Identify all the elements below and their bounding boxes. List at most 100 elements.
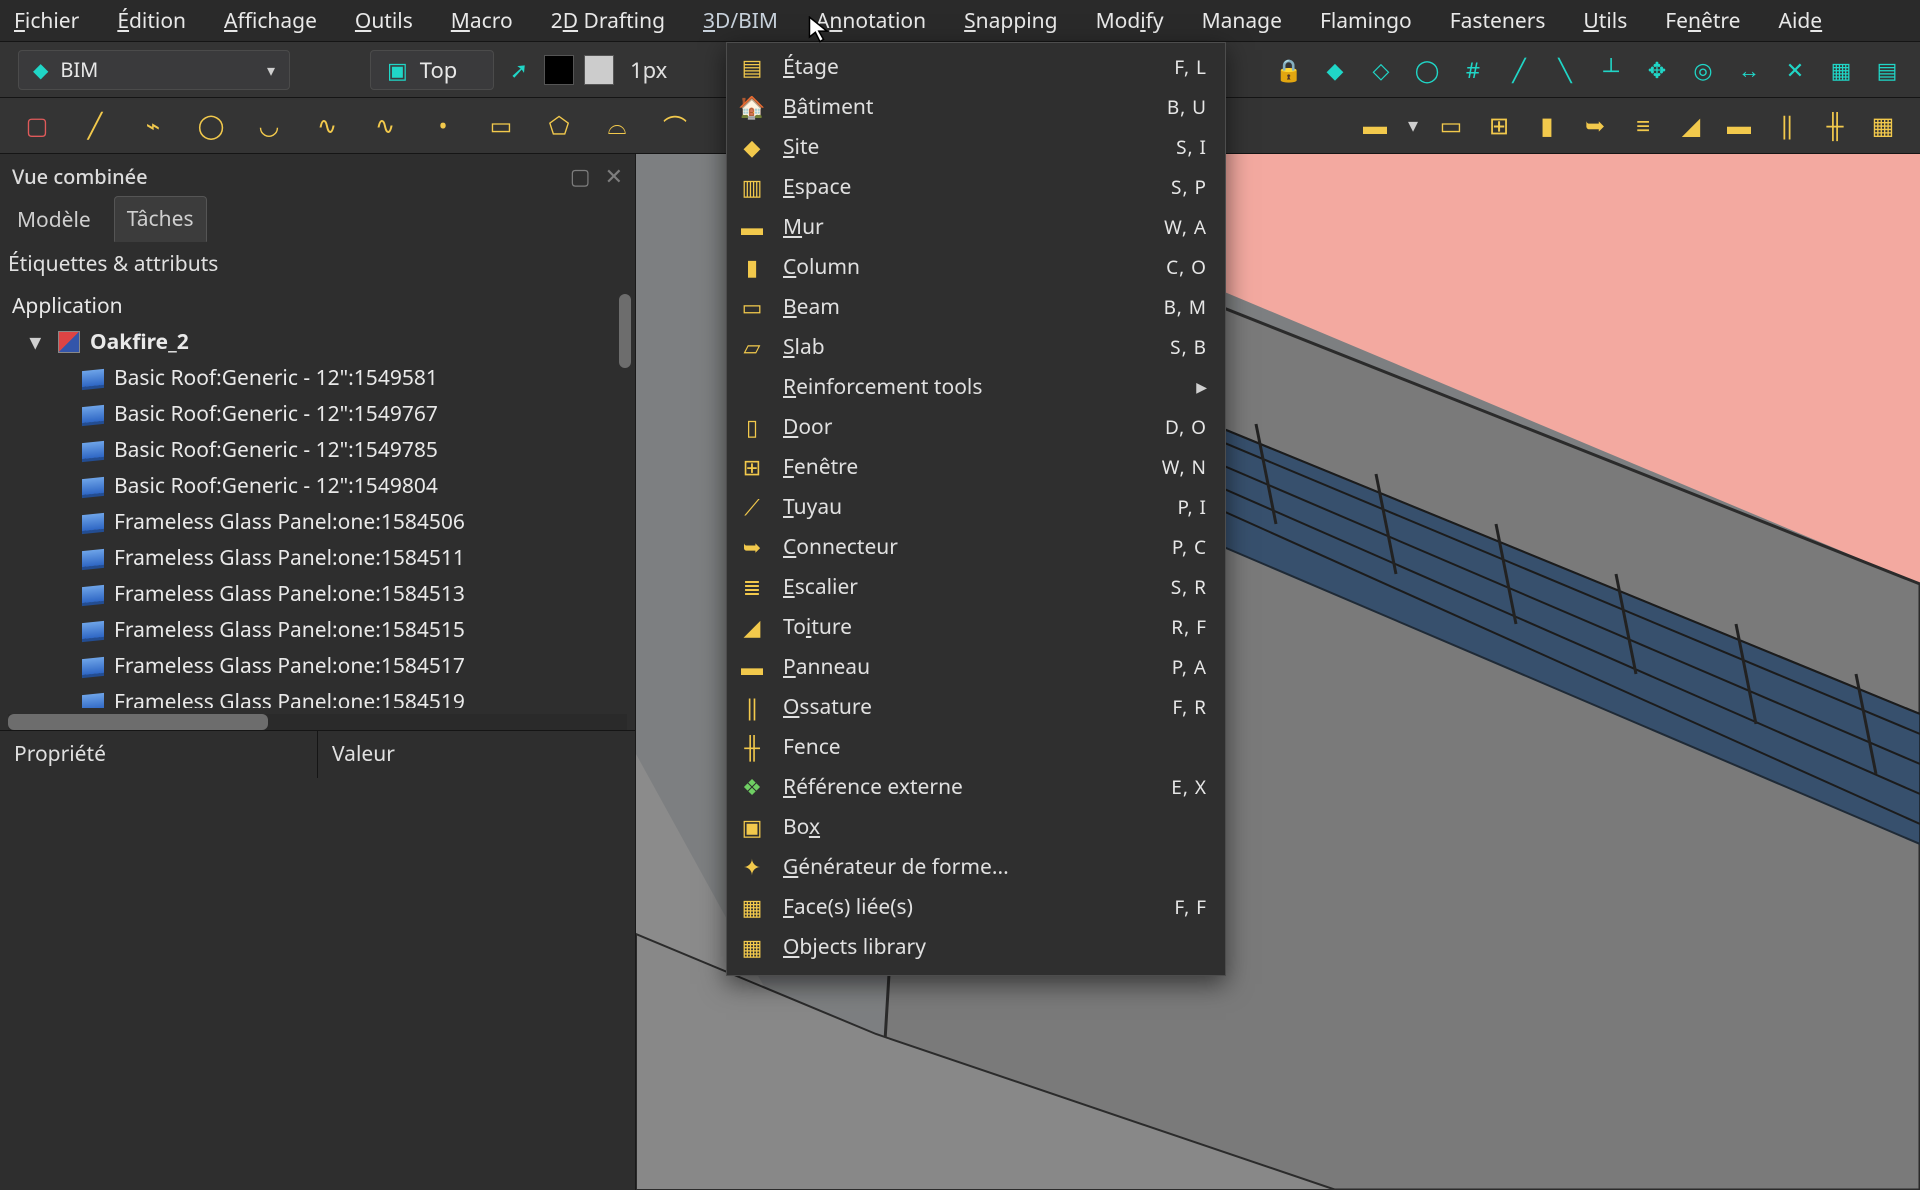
tree-item[interactable]: Basic Roof:Generic - 12":1549581 [4,360,635,396]
tree-item[interactable]: Frameless Glass Panel:one:1584515 [4,612,635,648]
menu-2d-drafting[interactable]: 2D Drafting [551,7,665,35]
point-icon[interactable]: • [428,111,458,141]
workbench-selector[interactable]: ◆ BIM ▾ [18,50,290,90]
tree-item[interactable]: Frameless Glass Panel:one:1584519 [4,684,635,708]
menu-item-espace[interactable]: ▥EspaceS, P [727,167,1225,207]
menu-item--tage[interactable]: ▤ÉtageF, L [727,47,1225,87]
menu-item-fence[interactable]: ╫Fence [727,727,1225,767]
stairs2-icon[interactable]: ≡ [1628,111,1658,141]
menu-utils[interactable]: Utils [1583,7,1627,35]
snap-near-icon[interactable]: ↔ [1734,55,1764,85]
bezier-icon[interactable]: ∿ [370,111,400,141]
menu-item-door[interactable]: ▯DoorD, O [727,407,1225,447]
menu-item-site[interactable]: ◆SiteS, I [727,127,1225,167]
frame2-icon[interactable]: ‖ [1772,111,1802,141]
menu-macro[interactable]: Macro [451,7,513,35]
pipe2-icon[interactable]: ➥ [1580,111,1610,141]
menu-fichier[interactable]: Fichier [14,7,79,35]
polyline-icon[interactable]: ⌁ [138,111,168,141]
menu--dition[interactable]: Édition [117,7,186,35]
tree-item[interactable]: Frameless Glass Panel:one:1584517 [4,648,635,684]
window2-icon[interactable]: ⊞ [1484,111,1514,141]
tool-arc-icon[interactable]: ➚ [504,55,534,85]
snap-grid-icon[interactable]: # [1458,55,1488,85]
tree-vscrollbar[interactable] [619,294,631,368]
polygon-icon[interactable]: ⬠ [544,111,574,141]
menu-item-tuyau[interactable]: ⟋TuyauP, I [727,487,1225,527]
fence2-icon[interactable]: ╫ [1820,111,1850,141]
snap-perpendicular-icon[interactable]: ╲ [1550,55,1580,85]
snap-parallel-icon[interactable]: ✥ [1642,55,1672,85]
arc2-icon[interactable]: ⌒ [660,111,690,141]
view-top-button[interactable]: ▣ Top [370,50,494,90]
snap-center-icon[interactable]: ◯ [1412,55,1442,85]
menu-item-g-n-rateur-de-forme-[interactable]: ✦Générateur de forme... [727,847,1225,887]
tab-tasks[interactable]: Tâches [114,196,207,242]
tree-item[interactable]: Frameless Glass Panel:one:1584506 [4,504,635,540]
menu-item-box[interactable]: ▣Box [727,807,1225,847]
column2-icon[interactable]: ▮ [1532,111,1562,141]
snap-ortho-icon[interactable]: ✕ [1780,55,1810,85]
tree-item[interactable]: Frameless Glass Panel:one:1584513 [4,576,635,612]
menu-item-r-f-rence-externe[interactable]: ❖Référence externeE, X [727,767,1225,807]
tree-item[interactable]: Basic Roof:Generic - 12":1549785 [4,432,635,468]
dropdown-caret-icon[interactable]: ▾ [1408,111,1418,141]
color-gray-swatch[interactable] [584,55,614,85]
menu-fen-tre[interactable]: Fenêtre [1665,7,1740,35]
color-black-swatch[interactable] [544,55,574,85]
lock-icon[interactable]: 🔒 [1274,55,1304,85]
menu-outils[interactable]: Outils [355,7,413,35]
snap-workingplane-icon[interactable]: ▦ [1826,55,1856,85]
menu-item-ossature[interactable]: ‖OssatureF, R [727,687,1225,727]
snap-extension-icon[interactable]: ┴ [1596,55,1626,85]
arch-icon[interactable]: ⌓ [602,111,632,141]
menu-item-mur[interactable]: ▬MurW, A [727,207,1225,247]
menu-snapping[interactable]: Snapping [964,7,1057,35]
menu-item-beam[interactable]: ▭BeamB, M [727,287,1225,327]
menu-item-connecteur[interactable]: ➥ConnecteurP, C [727,527,1225,567]
slab-icon[interactable]: ▭ [1436,111,1466,141]
hscrollbar-thumb[interactable] [8,714,268,730]
menu-item-face-s-li-e-s-[interactable]: ▦Face(s) liée(s)F, F [727,887,1225,927]
snap-endpoint-icon[interactable]: ◆ [1320,55,1350,85]
wall-icon[interactable]: ▬ [1360,111,1390,141]
menu-item-escalier[interactable]: ≣EscalierS, R [727,567,1225,607]
tree-item[interactable]: Basic Roof:Generic - 12":1549767 [4,396,635,432]
menu-item-slab[interactable]: ▱SlabS, B [727,327,1225,367]
spline-icon[interactable]: ∿ [312,111,342,141]
snap-intersection-icon[interactable]: ╱ [1504,55,1534,85]
tree-application-row[interactable]: Application [4,288,635,324]
panel-close-icon[interactable]: ✕ [605,161,623,191]
menu-item-objects-library[interactable]: ▦Objects library [727,927,1225,967]
menu-item-b-timent[interactable]: 🏠BâtimentB, U [727,87,1225,127]
rectangle-icon[interactable]: ▭ [486,111,516,141]
lib-icon[interactable]: ▦ [1868,111,1898,141]
tree-item[interactable]: Frameless Glass Panel:one:1584511 [4,540,635,576]
menu-affichage[interactable]: Affichage [224,7,317,35]
snap-midpoint-icon[interactable]: ◇ [1366,55,1396,85]
menu-fasteners[interactable]: Fasteners [1450,7,1546,35]
menu-modify[interactable]: Modify [1096,7,1164,35]
menu-flamingo[interactable]: Flamingo [1320,7,1412,35]
tree-item[interactable]: Basic Roof:Generic - 12":1549804 [4,468,635,504]
expand-icon[interactable]: ▾ [30,328,48,356]
model-tree[interactable]: Application ▾ Oakfire_2 Basic Roof:Gener… [0,286,635,708]
panel2-icon[interactable]: ▬ [1724,111,1754,141]
snap-special-icon[interactable]: ◎ [1688,55,1718,85]
roof2-icon[interactable]: ◢ [1676,111,1706,141]
menu-manage[interactable]: Manage [1202,7,1282,35]
menu-item-reinforcement-tools[interactable]: Reinforcement tools [727,367,1225,407]
arc-icon[interactable]: ◡ [254,111,284,141]
menu-item-fen-tre[interactable]: ⊞FenêtreW, N [727,447,1225,487]
menu-item-panneau[interactable]: ▬PanneauP, A [727,647,1225,687]
menu-3d-bim[interactable]: 3D/BIM [703,7,778,35]
circle-icon[interactable]: ◯ [196,111,226,141]
panel-float-icon[interactable]: ▢ [570,161,591,191]
tree-hscrollbar[interactable] [8,714,627,730]
3d-bim-menu[interactable]: ▤ÉtageF, L🏠BâtimentB, U◆SiteS, I▥EspaceS… [726,42,1226,976]
line-icon[interactable]: ╱ [80,111,110,141]
menu-aide[interactable]: Aide [1779,7,1823,35]
tree-document-row[interactable]: ▾ Oakfire_2 [4,324,635,360]
menu-annotation[interactable]: Annotation [816,7,926,35]
doc-icon[interactable]: ▢ [22,111,52,141]
